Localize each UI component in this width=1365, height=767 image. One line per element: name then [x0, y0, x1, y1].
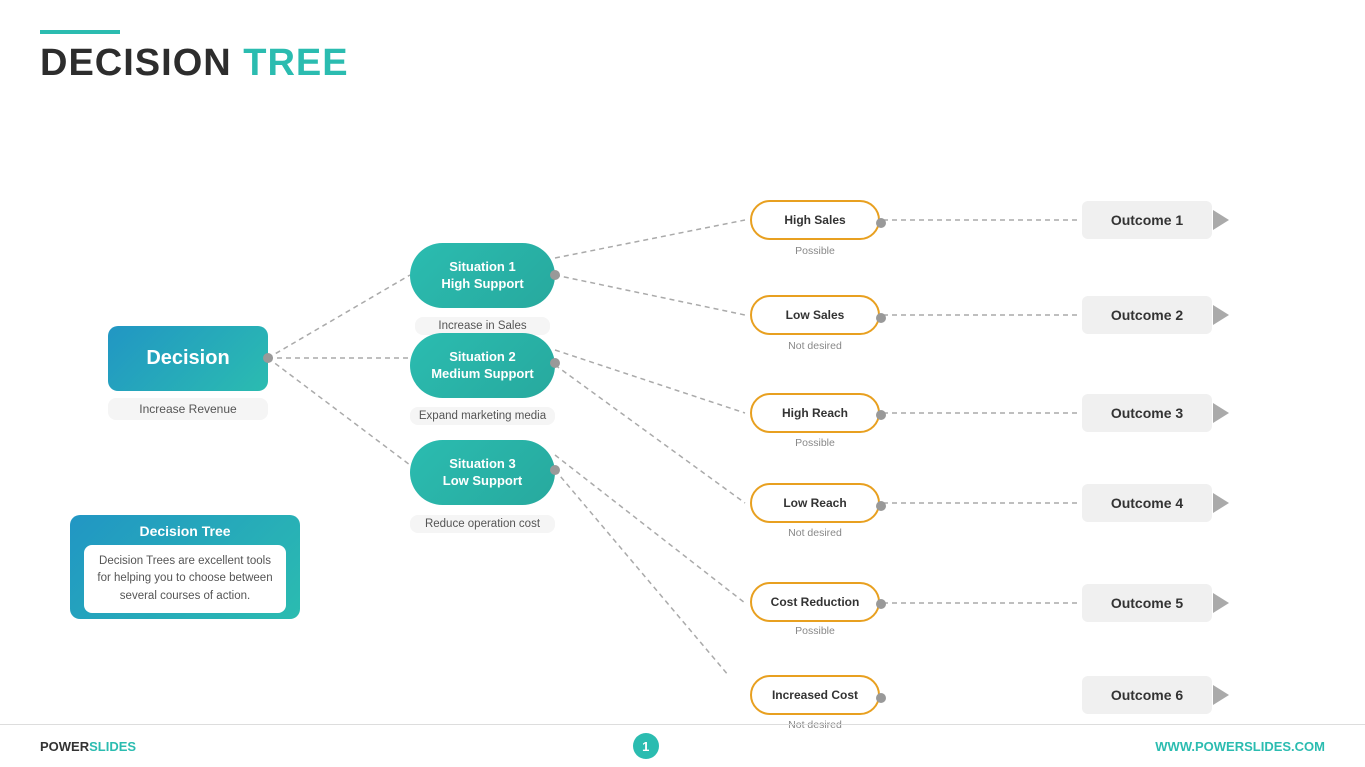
result3-dot [876, 501, 886, 511]
footer-brand: POWERSLIDES [40, 739, 136, 754]
outcome-3-box: Outcome 3 [1082, 394, 1212, 432]
footer-url: WWW.POWERSLIDES.COM [1155, 739, 1325, 754]
title-teal: TREE [243, 42, 348, 84]
result-high-reach: High Reach [750, 393, 880, 433]
page-title: DECISION TREE [40, 42, 1325, 85]
outcome-6-box: Outcome 6 [1082, 676, 1212, 714]
situation-1-title: Situation 1 High Support [441, 259, 523, 293]
situation-3-node: Situation 3 Low Support [410, 440, 555, 505]
result-high-sales: High Sales [750, 200, 880, 240]
situation-3-title: Situation 3 Low Support [443, 456, 522, 490]
result0-dot [876, 218, 886, 228]
outcome-2-box: Outcome 2 [1082, 296, 1212, 334]
result-increased-cost: Increased Cost [750, 675, 880, 715]
title-black: DECISION [40, 42, 232, 84]
result1-dot [876, 313, 886, 323]
outcome-3-arrow [1213, 403, 1229, 423]
sit3-dot [550, 465, 560, 475]
outcome-4-arrow [1213, 493, 1229, 513]
outcome-5-arrow [1213, 593, 1229, 613]
outcome-1-box: Outcome 1 [1082, 201, 1212, 239]
result4-dot [876, 599, 886, 609]
outcome-2-arrow [1213, 305, 1229, 325]
result-low-reach: Low Reach [750, 483, 880, 523]
header-accent-line [40, 30, 120, 34]
diagram-area: .dashed { stroke: #aaa; stroke-width: 1.… [40, 95, 1325, 675]
outcome-5-box: Outcome 5 [1082, 584, 1212, 622]
outcome-4-box: Outcome 4 [1082, 484, 1212, 522]
situation-2-node: Situation 2 Medium Support [410, 333, 555, 398]
decision-dot [263, 353, 273, 363]
situation-1-node: Situation 1 High Support [410, 243, 555, 308]
footer-brand-black: POWER [40, 739, 89, 754]
decision-label: Decision [146, 347, 229, 370]
sit2-dot [550, 358, 560, 368]
situation-2-title: Situation 2 Medium Support [431, 349, 534, 383]
result2-dot [876, 410, 886, 420]
decision-node: Decision [108, 326, 268, 391]
footer: POWERSLIDES 1 WWW.POWERSLIDES.COM [0, 724, 1365, 767]
sit1-dot [550, 270, 560, 280]
footer-brand-teal: SLIDES [89, 739, 136, 754]
result-cost-reduction: Cost Reduction [750, 582, 880, 622]
page: DECISION TREE .dashed { stroke: #aaa; st… [0, 0, 1365, 767]
footer-page-number: 1 [633, 733, 659, 759]
result5-dot [876, 693, 886, 703]
result-low-sales: Low Sales [750, 295, 880, 335]
outcome-1-arrow [1213, 210, 1229, 230]
outcome-6-arrow [1213, 685, 1229, 705]
